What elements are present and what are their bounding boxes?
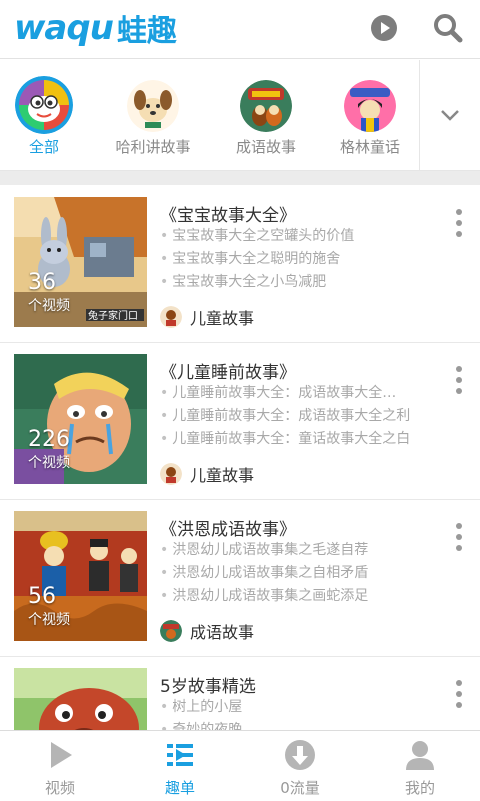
episode-text: 洪恩幼儿成语故事集之画蛇添足 [172,588,369,604]
category-idiom-stories[interactable]: 成语故事 [216,60,316,170]
tab-label: 0流量 [280,779,320,797]
chevron-down-icon [441,110,459,121]
episode-text: 儿童睡前故事大全：成语故事大全… [172,385,397,401]
download-icon [284,739,316,771]
episode-text: 宝宝故事大全之空罐头的价值 [172,228,355,244]
channel-avatar [160,620,182,642]
video-count: 226 [28,427,70,452]
thumbnail-caption: 兔子家门口 [88,311,138,322]
video-count-unit: 个视频 [28,612,70,628]
playlist-title[interactable]: 《洪恩成语故事》 [160,515,296,540]
tab-offline[interactable]: 0流量 [240,731,360,801]
grimm-princess-avatar-icon [344,80,396,132]
episode-line[interactable]: • 宝宝故事大全之空罐头的价值 [160,225,450,245]
episode-text: 洪恩幼儿成语故事集之自相矛盾 [172,565,369,581]
play-circle-icon[interactable] [368,12,400,44]
tab-label: 视频 [44,779,75,797]
video-thumbnail[interactable] [14,668,147,730]
user-icon [404,739,436,771]
episode-line[interactable]: • 儿童睡前故事大全：童话故事大全之白 [160,428,450,448]
dog-avatar-icon [127,80,179,132]
video-count-unit: 个视频 [28,298,70,314]
list-item[interactable]: 226 个视频 《儿童睡前故事》 • 儿童睡前故事大全：成语故事大全… • 儿童睡前… [0,342,480,500]
channel-avatar [160,463,182,485]
episode-text: 儿童睡前故事大全：成语故事大全之利 [172,408,411,424]
top-bar: waqu 蛙趣 [0,0,480,59]
tab-video[interactable]: 视频 [0,731,120,801]
video-count: 56 [28,584,56,609]
category-grimm-tales[interactable]: 格林童话 [320,60,420,170]
category-all[interactable]: 全部 [0,60,94,170]
channel-tag[interactable]: 成语故事 [160,619,254,643]
video-thumbnail[interactable]: 226 个视频 [14,354,147,484]
list-item[interactable]: 兔子家门口 36 个视频 《宝宝故事大全》 • 宝宝故事大全之空罐头的价值 • 宝宝… [0,185,480,343]
bottom-tab-bar: 视频 趣单 0流量 我的 [0,730,480,801]
more-options-icon[interactable] [454,366,464,398]
list-item[interactable]: 56 个视频 《洪恩成语故事》 • 洪恩幼儿成语故事集之毛遂自荐 • 洪恩幼儿成语故… [0,499,480,657]
all-categories-icon [15,76,73,134]
episode-text: 宝宝故事大全之小鸟减肥 [172,274,327,290]
playlist-list: 兔子家门口 36 个视频 《宝宝故事大全》 • 宝宝故事大全之空罐头的价值 • 宝宝… [0,185,480,730]
episode-text: 宝宝故事大全之聪明的施舍 [172,251,341,267]
episode-text: 洪恩幼儿成语故事集之毛遂自荐 [172,542,369,558]
logo-chinese: 蛙趣 [116,14,177,49]
channel-tag[interactable]: 儿童故事 [160,462,254,486]
playlist-title[interactable]: 5岁故事精选 [160,672,256,697]
tab-playlists[interactable]: 趣单 [120,731,240,801]
search-icon[interactable] [432,12,464,44]
category-harry-stories[interactable]: 哈利讲故事 [103,60,203,170]
list-icon [164,739,196,771]
episode-text: 奇妙的夜晚 [172,722,243,730]
category-label: 全部 [28,138,59,156]
video-thumbnail[interactable]: 兔子家门口 36 个视频 [14,197,147,327]
video-count-unit: 个视频 [28,455,70,471]
tab-label: 趣单 [164,779,195,797]
category-expand-button[interactable] [419,60,480,170]
video-thumbnail[interactable]: 56 个视频 [14,511,147,641]
video-count: 36 [28,270,56,295]
channel-avatar [160,306,182,328]
app-logo: waqu 蛙趣 [14,6,177,50]
tab-me[interactable]: 我的 [360,731,480,801]
play-triangle-icon [44,739,76,771]
tab-label: 我的 [404,779,435,797]
episode-line[interactable]: • 儿童睡前故事大全：成语故事大全之利 [160,405,450,425]
episode-line[interactable]: • 洪恩幼儿成语故事集之画蛇添足 [160,585,450,605]
more-options-icon[interactable] [454,680,464,712]
channel-label: 儿童故事 [190,466,255,485]
channel-label: 儿童故事 [190,309,255,328]
idiom-story-avatar-icon [240,80,292,132]
episode-line[interactable]: • 奇妙的夜晚 [160,719,450,730]
episode-text: 儿童睡前故事大全：童话故事大全之白 [172,431,411,447]
category-label: 哈利讲故事 [115,138,191,156]
episode-line[interactable]: • 宝宝故事大全之聪明的施舍 [160,248,450,268]
episode-line[interactable]: • 树上的小屋 [160,696,450,716]
channel-label: 成语故事 [190,623,255,642]
section-separator [0,171,480,185]
more-options-icon[interactable] [454,523,464,555]
episode-line[interactable]: • 儿童睡前故事大全：成语故事大全… [160,382,450,402]
channel-tag[interactable]: 儿童故事 [160,305,254,329]
logo-latin: waqu [14,8,114,48]
episode-line[interactable]: • 洪恩幼儿成语故事集之毛遂自荐 [160,539,450,559]
list-item[interactable]: 5岁故事精选 • 树上的小屋 • 奇妙的夜晚 [0,656,480,730]
playlist-title[interactable]: 《儿童睡前故事》 [160,358,296,383]
playlist-title[interactable]: 《宝宝故事大全》 [160,201,296,226]
category-label: 格林童话 [339,138,400,156]
episode-line[interactable]: • 洪恩幼儿成语故事集之自相矛盾 [160,562,450,582]
category-bar: 全部 哈利讲故事 成语故事 格林童话 [0,60,480,171]
episode-line[interactable]: • 宝宝故事大全之小鸟减肥 [160,271,450,291]
episode-text: 树上的小屋 [172,699,243,715]
category-label: 成语故事 [235,138,296,156]
more-options-icon[interactable] [454,209,464,241]
